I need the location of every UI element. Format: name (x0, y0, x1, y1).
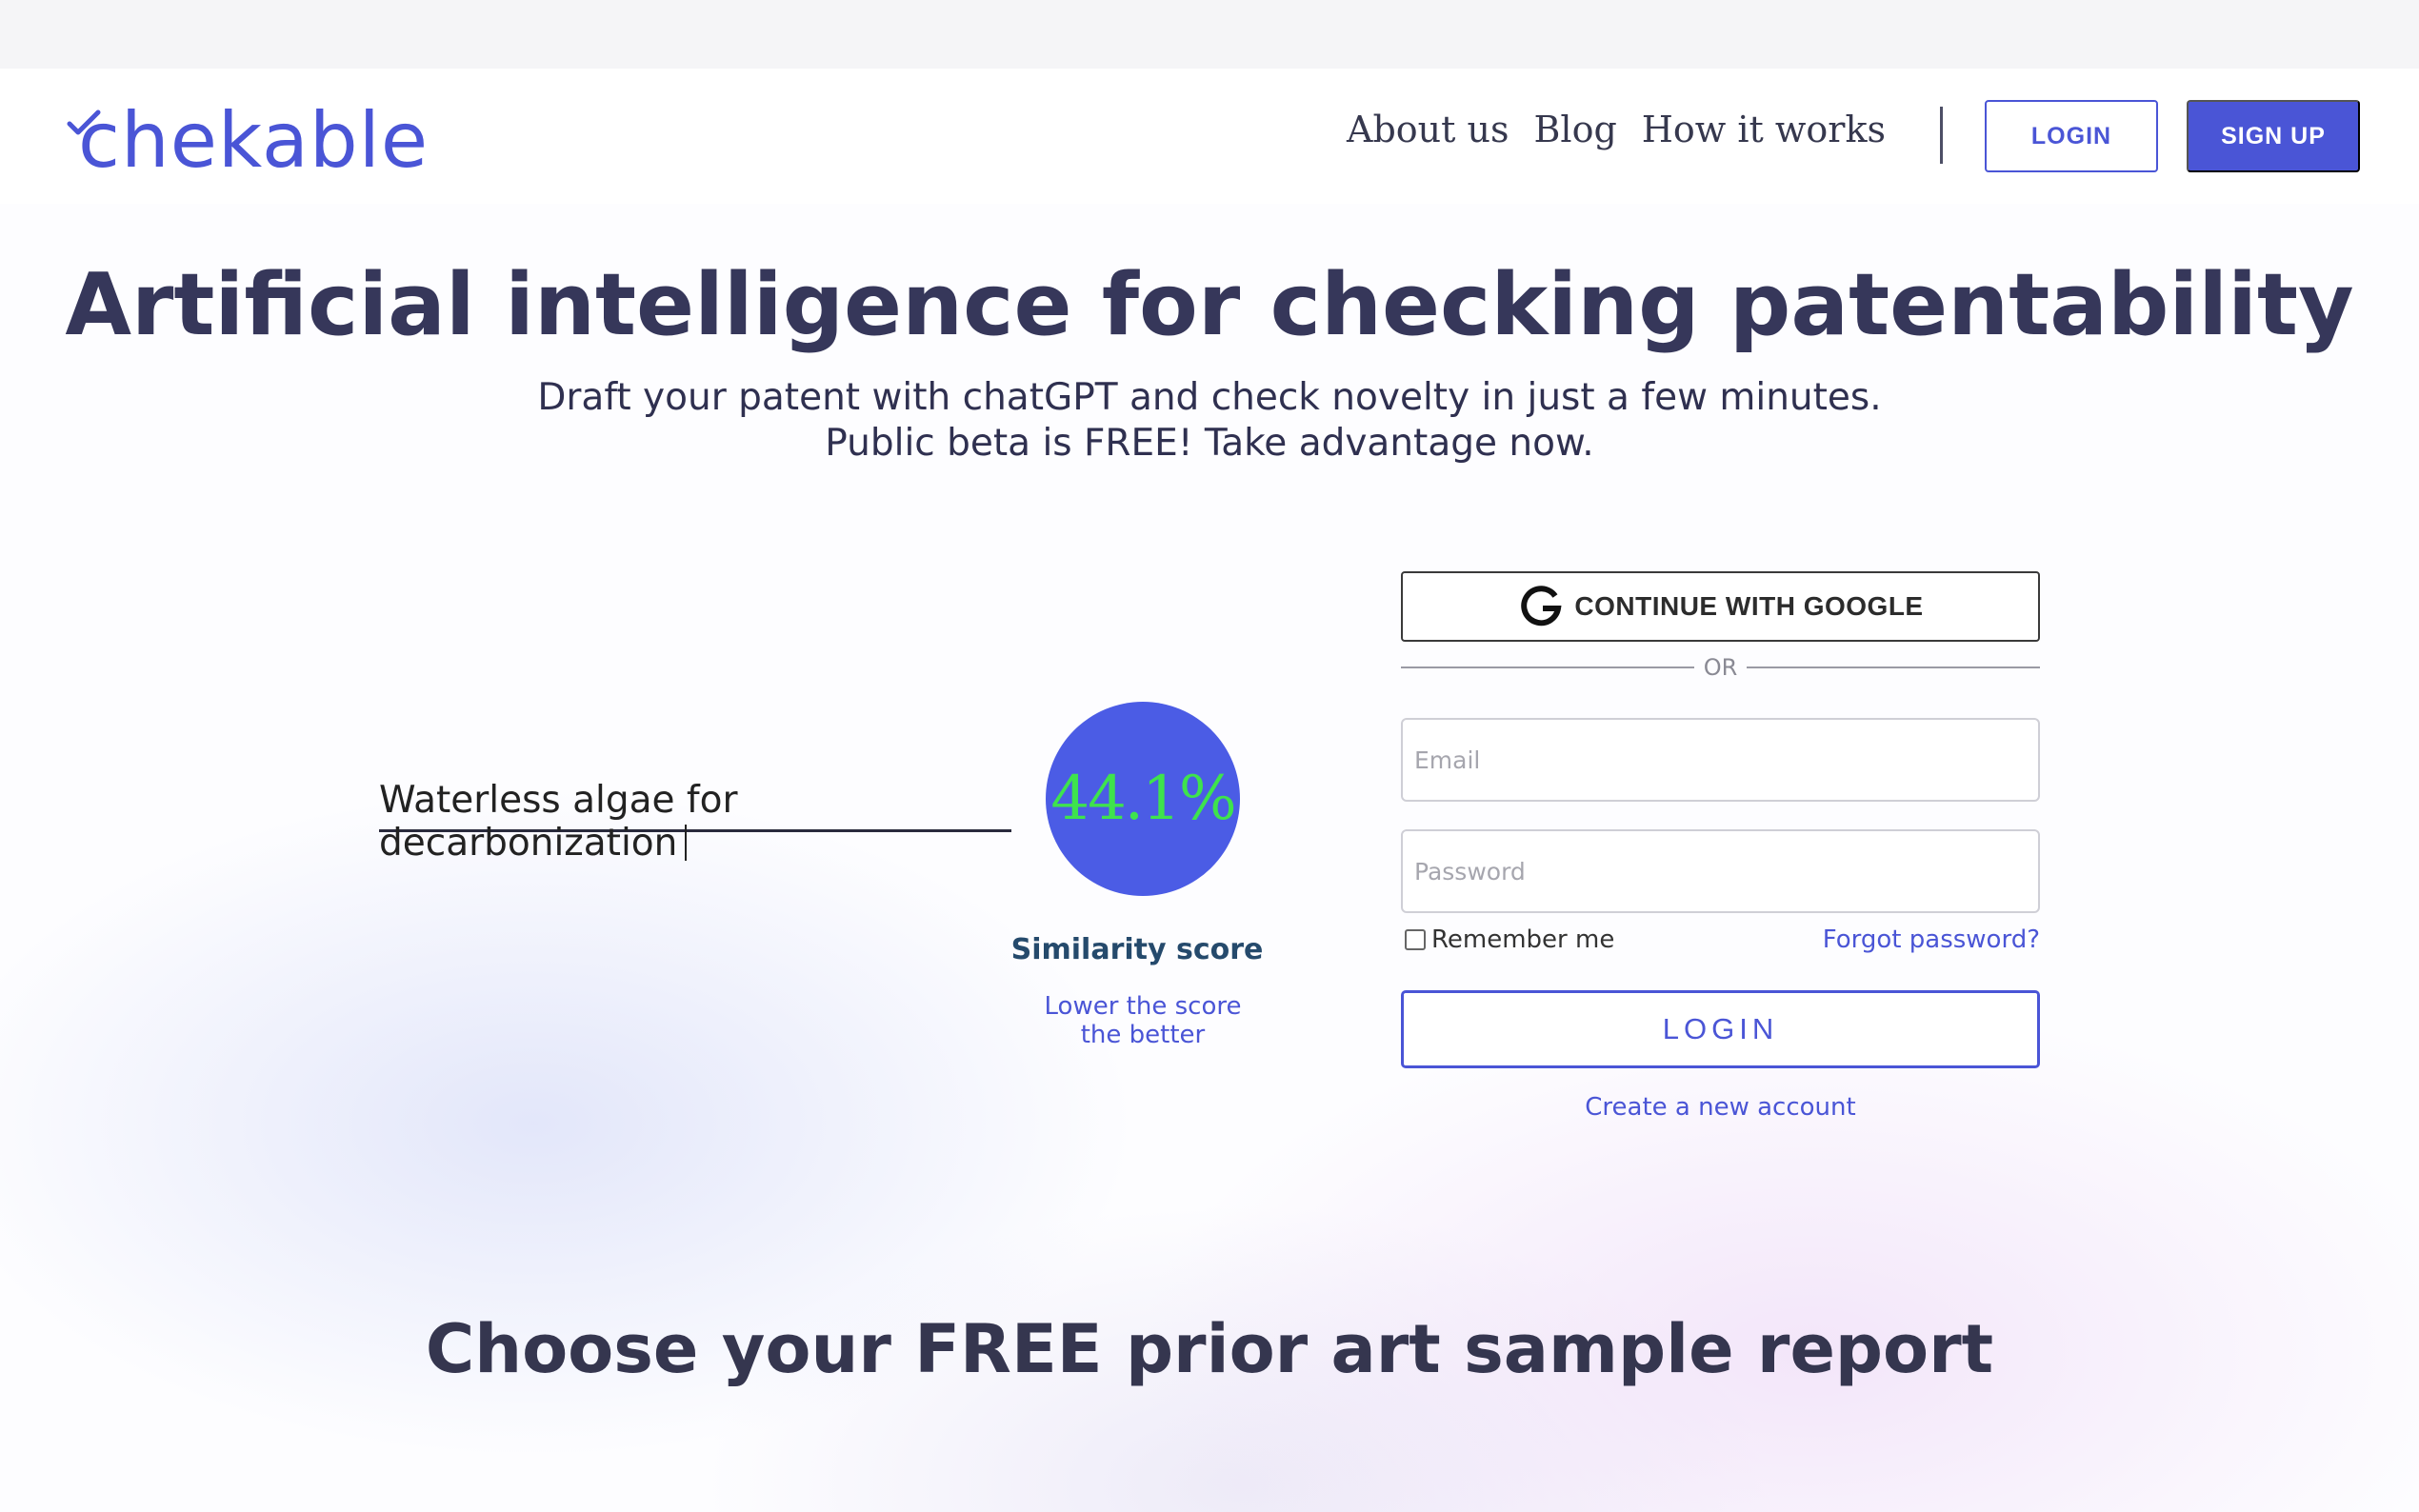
header-signup-button[interactable]: SIGN UP (2187, 100, 2360, 172)
google-g-icon (1521, 586, 1562, 627)
nav-blog[interactable]: Blog (1533, 109, 1616, 150)
similarity-score-value: 44.1% (1050, 764, 1236, 834)
hero-subtitle-line-1: Draft your patent with chatGPT and check… (537, 376, 1882, 419)
remember-me-label: Remember me (1431, 925, 1615, 954)
or-line-left (1401, 666, 1694, 668)
header-login-button[interactable]: LOGIN (1985, 100, 2158, 172)
or-divider: OR (1401, 651, 2041, 684)
login-button[interactable]: LOGIN (1401, 990, 2040, 1068)
page: chekable About us Blog How it works LOGI… (0, 0, 2419, 1512)
email-field[interactable]: Email (1401, 718, 2040, 802)
logo-text: chekable (78, 96, 430, 185)
hero-subtitle-line-2: Public beta is FREE! Take advantage now. (825, 422, 1594, 465)
logo-check-icon (67, 109, 101, 135)
email-placeholder: Email (1414, 746, 1481, 774)
nav-divider (1940, 107, 1943, 164)
or-label: OR (1703, 654, 1738, 681)
demo-idea-input: Waterless algae for decarbonization (379, 773, 1011, 865)
demo-idea-text: Waterless algae for decarbonization (379, 779, 738, 865)
chekable-logo[interactable]: chekable (65, 103, 429, 179)
site-header: chekable About us Blog How it works LOGI… (0, 69, 2419, 204)
hero-title: Artificial intelligence for checking pat… (65, 255, 2354, 355)
similarity-score-label: Similarity score (1010, 933, 1264, 966)
forgot-password-link[interactable]: Forgot password? (1823, 925, 2040, 954)
password-placeholder: Password (1414, 857, 1526, 885)
or-line-right (1747, 666, 2041, 668)
similarity-score-hint: Lower the score the better (1029, 992, 1257, 1049)
google-button-label: CONTINUE WITH GOOGLE (1574, 591, 1924, 621)
password-field[interactable]: Password (1401, 829, 2040, 913)
score-hint-line-1: Lower the score (1044, 992, 1242, 1021)
similarity-score-circle: 44.1% (1046, 702, 1240, 896)
hero-subtitle: Draft your patent with chatGPT and check… (0, 375, 2419, 467)
nav-how-it-works[interactable]: How it works (1642, 109, 1886, 150)
remember-me[interactable]: Remember me (1405, 925, 1614, 954)
remember-me-checkbox[interactable] (1405, 929, 1426, 950)
browser-top-strip (0, 0, 2419, 69)
text-cursor (685, 825, 688, 861)
nav-about-us[interactable]: About us (1347, 109, 1509, 150)
sample-report-title: Choose your FREE prior art sample report (425, 1310, 1994, 1388)
continue-with-google-button[interactable]: CONTINUE WITH GOOGLE (1401, 571, 2040, 642)
score-hint-line-2: the better (1080, 1021, 1206, 1049)
create-account-link[interactable]: Create a new account (1401, 1093, 2040, 1122)
main-nav: About us Blog How it works (1347, 109, 1886, 150)
